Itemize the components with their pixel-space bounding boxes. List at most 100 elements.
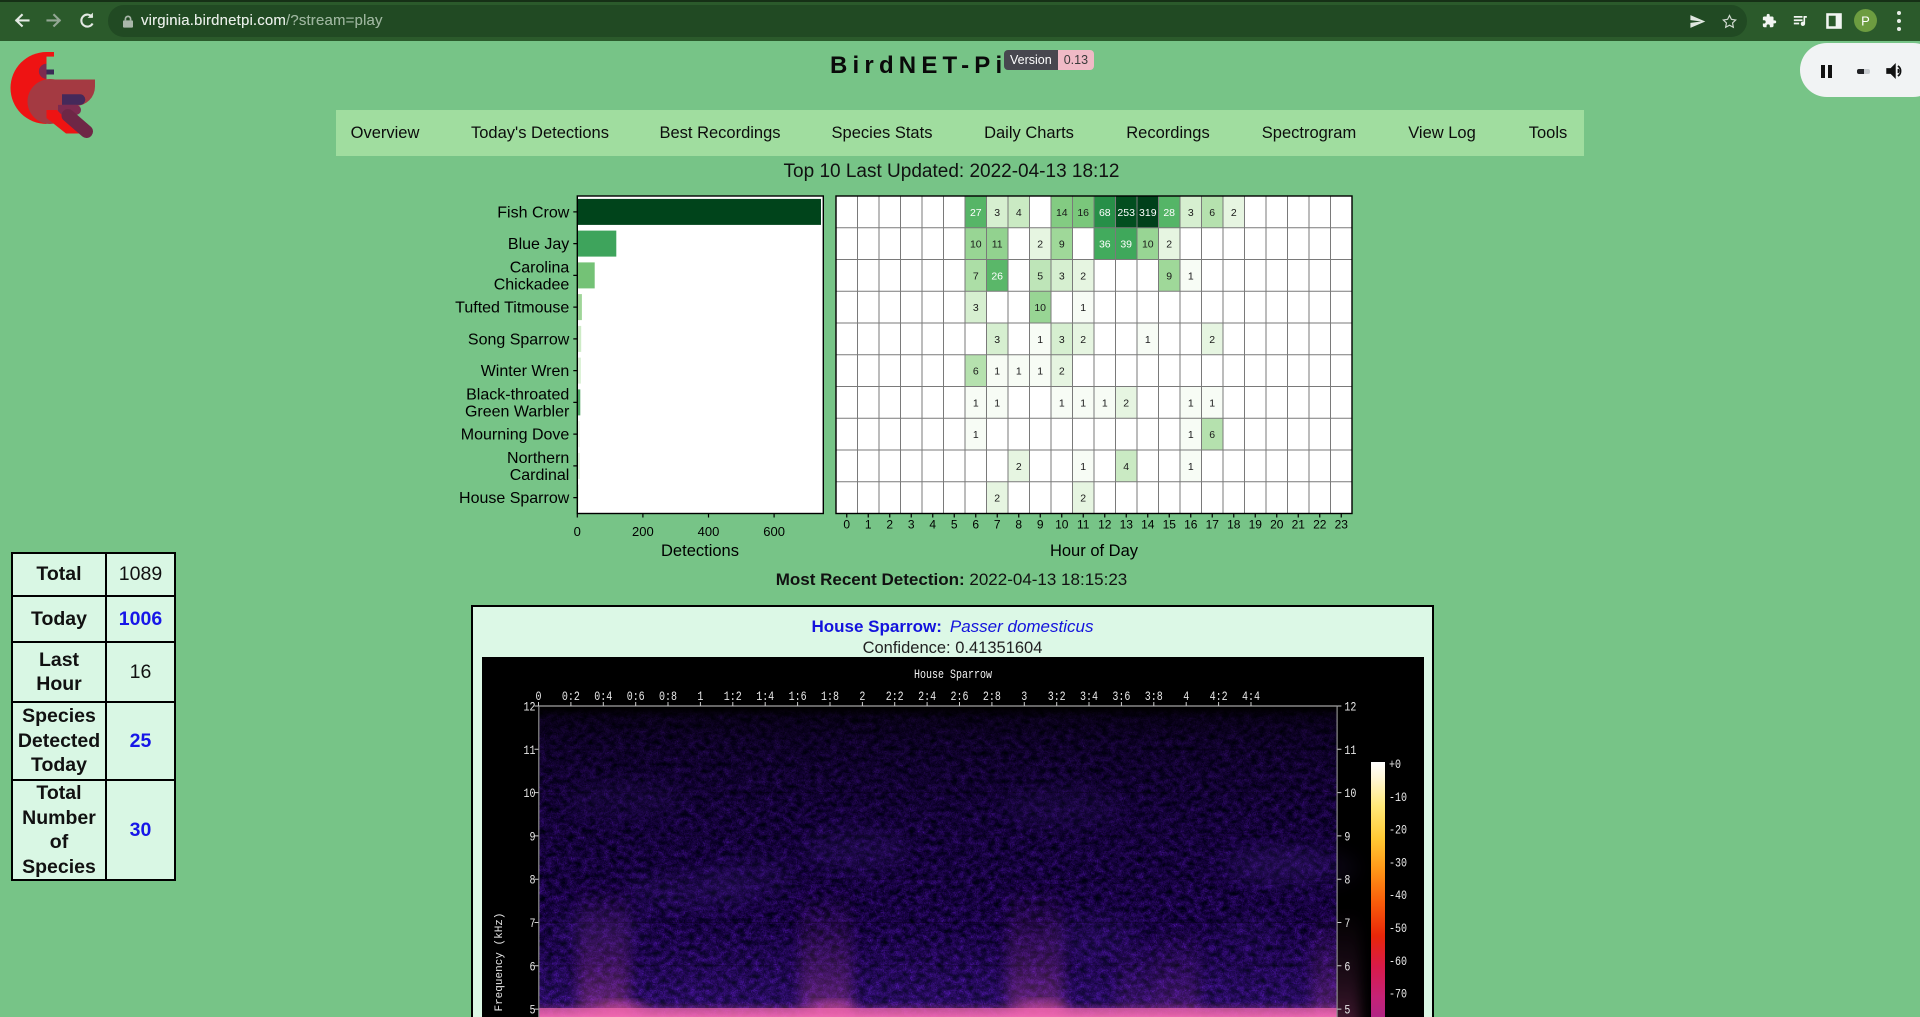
svg-text:14: 14 — [1056, 207, 1068, 219]
svg-text:2: 2 — [1080, 270, 1086, 282]
svg-text:P: P — [1861, 13, 1870, 28]
svg-text:2: 2 — [1080, 493, 1086, 505]
svg-text:1: 1 — [973, 429, 979, 441]
svg-text:6: 6 — [530, 960, 536, 975]
svg-text:11: 11 — [524, 744, 536, 759]
svg-text:-10: -10 — [1389, 791, 1407, 806]
svg-text:Green Warbler: Green Warbler — [465, 403, 570, 420]
svg-text:9: 9 — [1059, 239, 1065, 251]
svg-text:1: 1 — [1037, 366, 1043, 378]
svg-text:Frequency (kHz): Frequency (kHz) — [494, 912, 506, 1011]
svg-text:20: 20 — [1270, 518, 1284, 532]
svg-text:1: 1 — [1080, 397, 1086, 409]
svg-text:600: 600 — [763, 524, 785, 539]
svg-text:+0: +0 — [1389, 758, 1401, 773]
svg-text:27: 27 — [970, 207, 982, 219]
svg-text:4: 4 — [929, 518, 936, 532]
svg-text:12: 12 — [524, 700, 536, 715]
svg-text:14: 14 — [1141, 518, 1155, 532]
svg-text:10: 10 — [1344, 787, 1356, 802]
svg-text:2: 2 — [1166, 239, 1172, 251]
svg-text:Winter Wren: Winter Wren — [481, 363, 570, 380]
svg-text:1: 1 — [1188, 397, 1194, 409]
svg-text:5: 5 — [1037, 270, 1043, 282]
svg-text:6: 6 — [972, 518, 979, 532]
svg-text:9: 9 — [1344, 830, 1350, 845]
svg-text:10: 10 — [1055, 518, 1069, 532]
svg-text:7: 7 — [973, 270, 979, 282]
svg-text:3: 3 — [994, 334, 1000, 346]
svg-text:17: 17 — [1206, 518, 1220, 532]
svg-text:2: 2 — [994, 493, 1000, 505]
svg-text:10: 10 — [1034, 302, 1046, 314]
svg-text:2: 2 — [1123, 397, 1129, 409]
svg-text:8: 8 — [530, 874, 536, 889]
svg-text:2: 2 — [1209, 334, 1215, 346]
svg-text:1: 1 — [1145, 334, 1151, 346]
svg-text:16: 16 — [1184, 518, 1198, 532]
svg-text:6: 6 — [973, 366, 979, 378]
svg-text:0: 0 — [843, 518, 850, 532]
svg-text:8: 8 — [1015, 518, 1022, 532]
svg-text:12: 12 — [1344, 700, 1356, 715]
svg-text:10: 10 — [970, 239, 982, 251]
svg-text:1: 1 — [1188, 270, 1194, 282]
svg-text:1: 1 — [1037, 334, 1043, 346]
svg-text:19: 19 — [1249, 518, 1263, 532]
svg-text:1: 1 — [1188, 429, 1194, 441]
svg-text:2: 2 — [1016, 461, 1022, 473]
svg-text:-60: -60 — [1389, 955, 1407, 970]
svg-text:1: 1 — [994, 366, 1000, 378]
svg-text:16: 16 — [1077, 207, 1089, 219]
svg-text:11: 11 — [1077, 518, 1090, 532]
svg-text:2: 2 — [1231, 207, 1237, 219]
svg-text:3: 3 — [1059, 270, 1065, 282]
svg-text:200: 200 — [632, 524, 654, 539]
svg-text:9: 9 — [530, 830, 536, 845]
svg-text:9: 9 — [1037, 518, 1044, 532]
svg-text:1: 1 — [1016, 366, 1022, 378]
svg-text:68: 68 — [1099, 207, 1111, 219]
svg-text:1: 1 — [973, 397, 979, 409]
svg-text:Black-throated: Black-throated — [466, 386, 569, 403]
svg-text:1: 1 — [994, 397, 1000, 409]
svg-text:Blue Jay: Blue Jay — [508, 236, 569, 253]
svg-text:9: 9 — [1166, 270, 1172, 282]
svg-text:26: 26 — [991, 270, 1003, 282]
svg-text:2: 2 — [1059, 366, 1065, 378]
svg-text:1: 1 — [1102, 397, 1108, 409]
svg-text:11: 11 — [1344, 744, 1356, 759]
svg-text:22: 22 — [1313, 518, 1327, 532]
svg-text:House Sparrow: House Sparrow — [459, 490, 570, 507]
svg-text:39: 39 — [1120, 239, 1132, 251]
svg-text:6: 6 — [1344, 960, 1350, 975]
svg-text:18: 18 — [1227, 518, 1241, 532]
svg-text:0: 0 — [574, 524, 581, 539]
svg-text:6: 6 — [1209, 207, 1215, 219]
svg-text:11: 11 — [992, 239, 1003, 251]
svg-text:Song Sparrow: Song Sparrow — [468, 331, 570, 348]
svg-text:-50: -50 — [1389, 922, 1407, 937]
svg-text:2: 2 — [1037, 239, 1043, 251]
svg-text:Mourning Dove: Mourning Dove — [461, 427, 570, 444]
svg-text:1: 1 — [865, 518, 872, 532]
svg-text:253: 253 — [1117, 207, 1135, 219]
svg-text:-20: -20 — [1389, 824, 1407, 839]
svg-text:3: 3 — [1188, 207, 1194, 219]
svg-text:1: 1 — [1059, 397, 1065, 409]
svg-text:36: 36 — [1099, 239, 1111, 251]
svg-text:Detections: Detections — [661, 542, 739, 560]
svg-text:Hour of Day: Hour of Day — [1050, 542, 1139, 560]
svg-text:Fish Crow: Fish Crow — [497, 204, 569, 221]
svg-text:1: 1 — [1209, 397, 1215, 409]
svg-text:5: 5 — [951, 518, 958, 532]
svg-text:7: 7 — [1344, 917, 1350, 932]
svg-text:8: 8 — [1344, 874, 1350, 889]
svg-text:Carolina: Carolina — [510, 259, 570, 276]
svg-text:4: 4 — [1016, 207, 1022, 219]
svg-text:10: 10 — [524, 787, 536, 802]
svg-text:1: 1 — [1080, 302, 1086, 314]
svg-text:3: 3 — [994, 207, 1000, 219]
svg-text:1: 1 — [1188, 461, 1194, 473]
svg-text:House Sparrow: House Sparrow — [914, 668, 992, 683]
